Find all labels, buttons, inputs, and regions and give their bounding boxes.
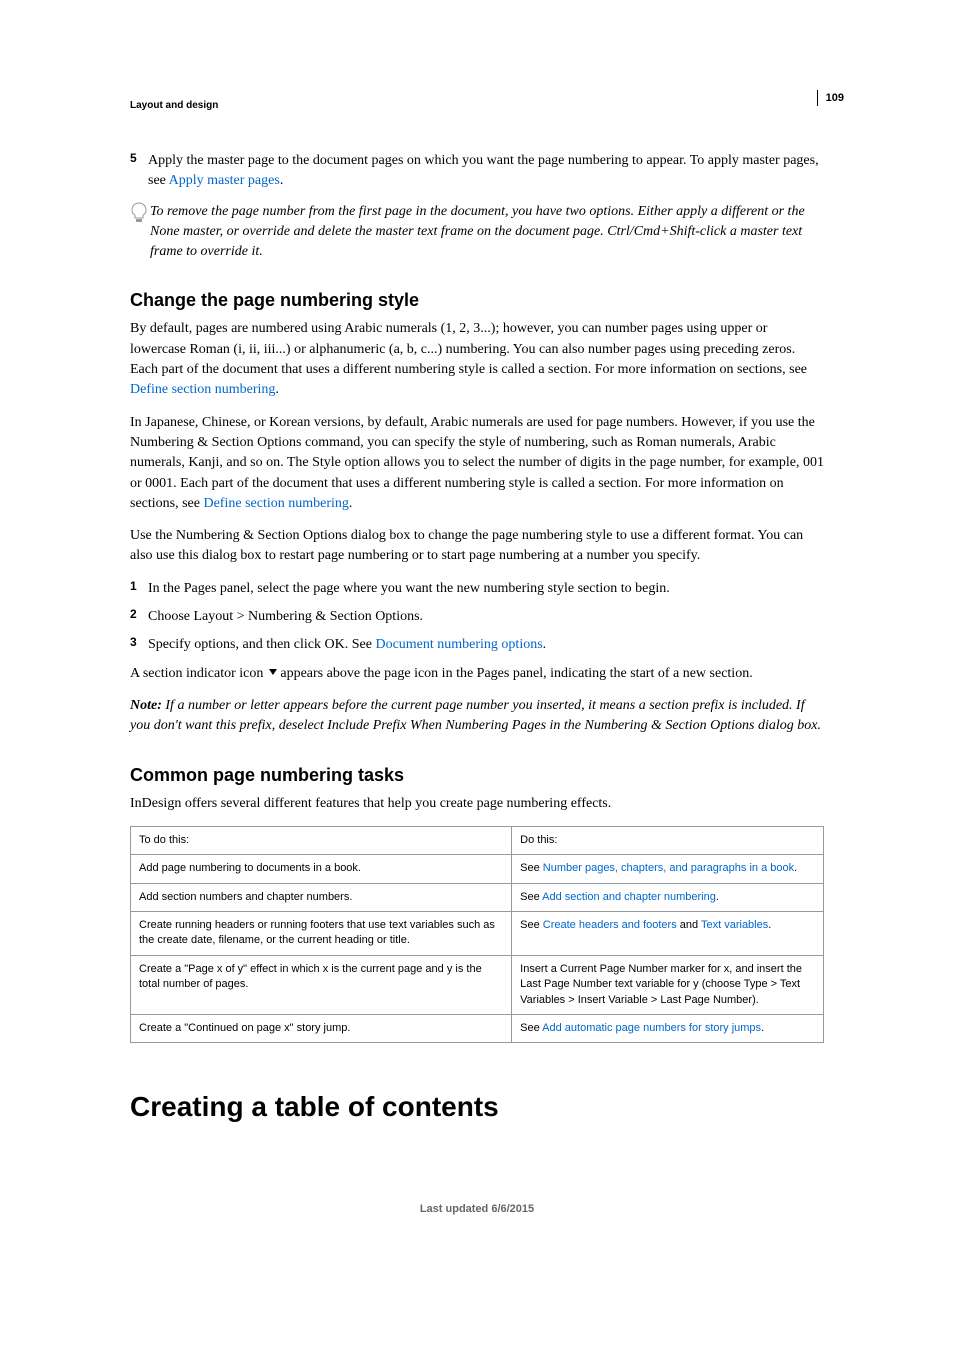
step-content: In the Pages panel, select the page wher… (148, 579, 670, 599)
text: . (794, 862, 797, 874)
tip-text: To remove the page number from the first… (150, 202, 824, 263)
text: . (543, 637, 547, 652)
text: appears above the page icon in the Pages… (277, 666, 753, 681)
text: . (761, 1022, 764, 1034)
tip-block: To remove the page number from the first… (130, 202, 824, 263)
paragraph: By default, pages are numbered using Ara… (130, 319, 824, 400)
table-row: Create a "Continued on page x" story jum… (131, 1014, 824, 1042)
link-text-variables[interactable]: Text variables (701, 919, 768, 931)
step-content: Specify options, and then click OK. See … (148, 635, 546, 655)
text: . (275, 382, 279, 397)
link-document-numbering-options[interactable]: Document numbering options (375, 637, 542, 652)
text: . (768, 919, 771, 931)
step-1: 1 In the Pages panel, select the page wh… (130, 579, 824, 599)
text: See (520, 919, 543, 931)
paragraph: In Japanese, Chinese, or Korean versions… (130, 413, 824, 514)
step-number: 3 (130, 635, 148, 655)
page-number: 109 (817, 90, 844, 106)
table-cell: See Add automatic page numbers for story… (512, 1014, 824, 1042)
table-cell: Create a "Page x of y" effect in which x… (131, 955, 512, 1014)
table-cell: Create running headers or running footer… (131, 912, 512, 956)
step-number: 2 (130, 607, 148, 627)
table-cell: Insert a Current Page Number marker for … (512, 955, 824, 1014)
table-cell: See Add section and chapter numbering. (512, 883, 824, 911)
link-number-pages-book[interactable]: Number pages, chapters, and paragraphs i… (543, 862, 794, 874)
step-number: 1 (130, 579, 148, 599)
text: and (677, 919, 701, 931)
table-cell: Add section numbers and chapter numbers. (131, 883, 512, 911)
text: See (520, 1022, 542, 1034)
text: . (349, 496, 353, 511)
step-3: 3 Specify options, and then click OK. Se… (130, 635, 824, 655)
numbering-tasks-table: To do this: Do this: Add page numbering … (130, 826, 824, 1044)
link-define-section-numbering[interactable]: Define section numbering (203, 496, 348, 511)
note: Note: If a number or letter appears befo… (130, 696, 824, 737)
text: A section indicator icon (130, 666, 267, 681)
table-row: Add page numbering to documents in a boo… (131, 855, 824, 883)
link-headers-footers[interactable]: Create headers and footers (543, 919, 677, 931)
table-row: Create a "Page x of y" effect in which x… (131, 955, 824, 1014)
paragraph: Use the Numbering & Section Options dial… (130, 526, 824, 567)
step-content: Choose Layout > Numbering & Section Opti… (148, 607, 423, 627)
table-header-row: To do this: Do this: (131, 826, 824, 854)
link-apply-master-pages[interactable]: Apply master pages (169, 173, 280, 188)
section-indicator-icon (267, 667, 277, 677)
note-label: Note: (130, 698, 165, 713)
table-cell: See Number pages, chapters, and paragrap… (512, 855, 824, 883)
step-5: 5 Apply the master page to the document … (130, 151, 824, 192)
heading-change-style: Change the page numbering style (130, 290, 824, 311)
lightbulb-icon (130, 202, 150, 263)
table-row: Add section numbers and chapter numbers.… (131, 883, 824, 911)
table-cell: Add page numbering to documents in a boo… (131, 855, 512, 883)
step-number: 5 (130, 151, 148, 192)
link-define-section-numbering[interactable]: Define section numbering (130, 382, 275, 397)
step-text-after: . (280, 173, 284, 188)
text: . (716, 891, 719, 903)
paragraph: A section indicator icon appears above t… (130, 664, 824, 684)
paragraph: InDesign offers several different featur… (130, 794, 824, 814)
step-2: 2 Choose Layout > Numbering & Section Op… (130, 607, 824, 627)
link-section-chapter-numbering[interactable]: Add section and chapter numbering (542, 891, 716, 903)
heading-common-tasks: Common page numbering tasks (130, 765, 824, 786)
table-cell: Create a "Continued on page x" story jum… (131, 1014, 512, 1042)
table-row: Create running headers or running footer… (131, 912, 824, 956)
step-content: Apply the master page to the document pa… (148, 151, 824, 192)
link-story-jumps[interactable]: Add automatic page numbers for story jum… (542, 1022, 761, 1034)
note-text: If a number or letter appears before the… (130, 698, 821, 733)
text: See (520, 862, 543, 874)
text: Specify options, and then click OK. See (148, 637, 375, 652)
text: By default, pages are numbered using Ara… (130, 321, 807, 377)
footer: Last updated 6/6/2015 (130, 1203, 824, 1215)
text: See (520, 891, 542, 903)
heading-creating-toc: Creating a table of contents (130, 1091, 824, 1123)
table-header-cell: To do this: (131, 826, 512, 854)
breadcrumb: Layout and design (130, 100, 824, 111)
table-cell: See Create headers and footers and Text … (512, 912, 824, 956)
table-header-cell: Do this: (512, 826, 824, 854)
